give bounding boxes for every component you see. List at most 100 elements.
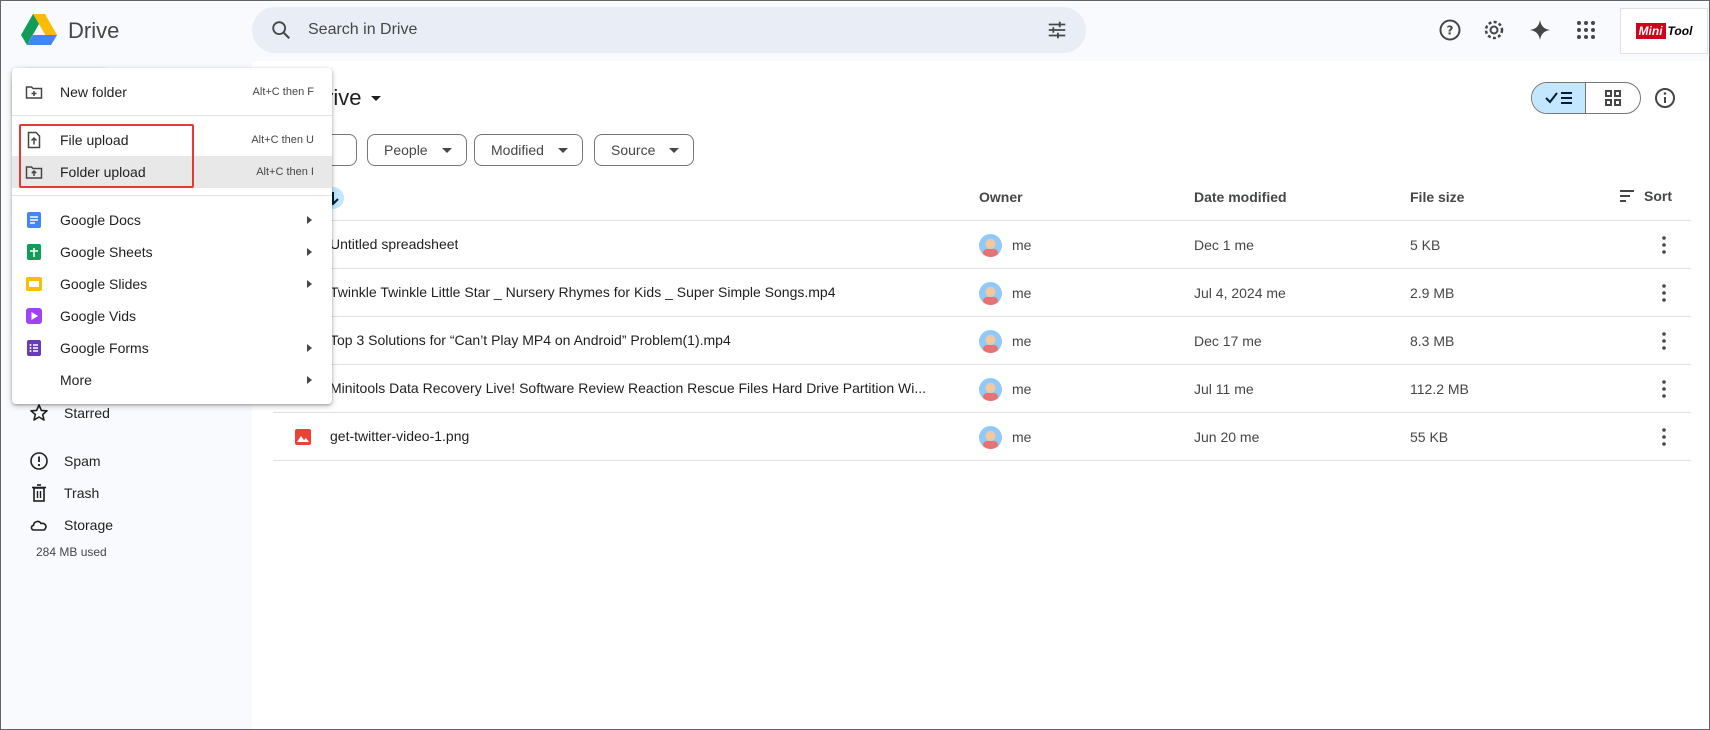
chip-caret-icon: [669, 147, 680, 153]
file-date: Dec 17 me: [1194, 333, 1262, 349]
menu-item-label: More: [60, 372, 92, 388]
file-name[interactable]: Top 3 Solutions for “Can’t Play MP4 on A…: [330, 332, 731, 348]
search-icon[interactable]: [270, 19, 292, 41]
menu-item-label: Google Docs: [60, 212, 141, 228]
app-window: Drive Search in Drive ? Mini Tool rive P…: [0, 0, 1710, 730]
table-row[interactable]: Untitled spreadsheet me Dec 1 me 5 KB: [273, 221, 1691, 269]
file-size: 112.2 MB: [1410, 381, 1469, 397]
sidebar-item-storage[interactable]: Storage: [29, 513, 113, 537]
sidebar-item-label: Trash: [64, 485, 100, 501]
page-title[interactable]: rive: [326, 85, 382, 111]
image-file-icon: [295, 429, 311, 445]
menu-item-shortcut: Alt+C then I: [256, 166, 314, 178]
search-options-icon[interactable]: [1046, 19, 1068, 41]
sidebar-item-starred[interactable]: Starred: [29, 401, 110, 425]
modified-filter-chip[interactable]: Modified: [474, 134, 583, 166]
table-row[interactable]: get-twitter-video-1.png me Jun 20 me 55 …: [273, 413, 1691, 461]
brand-mini: Mini: [1635, 23, 1666, 39]
submenu-arrow-icon: [307, 344, 312, 352]
annotation-highlight-box: [19, 124, 194, 188]
settings-gear-icon[interactable]: [1482, 18, 1506, 42]
cloud-icon: [30, 520, 47, 531]
menu-item-label: Google Sheets: [60, 244, 153, 260]
file-owner: me: [1012, 237, 1032, 253]
brand-logo[interactable]: Mini Tool: [1620, 8, 1708, 54]
avatar: [979, 378, 1002, 401]
chip-caret-icon: [557, 147, 568, 153]
table-row[interactable]: Twinkle Twinkle Little Star _ Nursery Rh…: [273, 269, 1691, 317]
sidebar-item-label: Starred: [64, 405, 110, 421]
drive-logo-icon[interactable]: [21, 13, 57, 45]
file-owner: me: [1012, 285, 1032, 301]
menu-item-google-vids[interactable]: Google Vids: [12, 300, 332, 332]
more-options-icon[interactable]: [1653, 378, 1675, 400]
file-owner: me: [1012, 429, 1032, 445]
file-date: Dec 1 me: [1194, 237, 1254, 253]
sort-button[interactable]: Sort: [1618, 187, 1672, 205]
file-name[interactable]: Minitools Data Recovery Live! Software R…: [330, 380, 926, 396]
google-sheets-icon: [27, 244, 41, 260]
file-name[interactable]: get-twitter-video-1.png: [330, 428, 469, 444]
more-options-icon[interactable]: [1653, 234, 1675, 256]
file-date: Jul 4, 2024 me: [1194, 285, 1286, 301]
avatar: [979, 282, 1002, 305]
sidebar-item-trash[interactable]: Trash: [29, 481, 99, 505]
svg-text:?: ?: [1447, 24, 1454, 38]
spam-icon: [30, 452, 48, 470]
sidebar-item-label: Storage: [64, 517, 114, 533]
avatar: [979, 330, 1002, 353]
source-filter-chip[interactable]: Source: [594, 134, 695, 166]
menu-item-label: Google Slides: [60, 276, 148, 292]
menu-item-new-folder[interactable]: New folder Alt+C then F: [12, 76, 332, 108]
google-vids-icon: [26, 308, 42, 324]
submenu-arrow-icon: [307, 216, 312, 224]
app-name: Drive: [68, 18, 120, 43]
people-filter-chip[interactable]: People: [367, 134, 467, 166]
menu-item-more[interactable]: More: [12, 364, 332, 396]
file-name[interactable]: Untitled spreadsheet: [330, 236, 458, 252]
sidebar-item-spam[interactable]: Spam: [29, 449, 101, 473]
google-slides-icon: [26, 277, 42, 291]
menu-item-google-sheets[interactable]: Google Sheets: [12, 236, 332, 268]
menu-item-label: Google Vids: [60, 308, 137, 324]
google-docs-icon: [27, 212, 41, 228]
view-toggle[interactable]: [1531, 82, 1641, 114]
menu-item-shortcut: Alt+C then F: [252, 86, 314, 98]
column-owner[interactable]: Owner: [979, 189, 1023, 205]
search-bar[interactable]: Search in Drive: [252, 7, 1086, 53]
more-options-icon[interactable]: [1653, 426, 1675, 448]
chip-label: Modified: [491, 142, 544, 158]
chip-caret-icon: [441, 147, 452, 153]
file-date: Jun 20 me: [1194, 429, 1260, 445]
submenu-arrow-icon: [307, 248, 312, 256]
gemini-sparkle-icon[interactable]: [1528, 18, 1552, 42]
apps-grid-icon[interactable]: [1574, 18, 1598, 42]
new-menu: New folder Alt+C then F File upload Alt+…: [12, 68, 332, 404]
menu-item-google-slides[interactable]: Google Slides: [12, 268, 332, 300]
table-row[interactable]: Top 3 Solutions for “Can’t Play MP4 on A…: [273, 317, 1691, 365]
new-folder-icon: [25, 86, 43, 99]
table-row[interactable]: Minitools Data Recovery Live! Software R…: [273, 365, 1691, 413]
menu-divider: [12, 195, 332, 196]
help-icon[interactable]: ?: [1438, 18, 1462, 42]
file-date: Jul 11 me: [1194, 381, 1254, 397]
info-icon[interactable]: [1653, 86, 1677, 110]
menu-item-google-docs[interactable]: Google Docs: [12, 204, 332, 236]
grid-view-button[interactable]: [1586, 83, 1640, 113]
sidebar-item-label: Spam: [64, 453, 101, 469]
menu-item-label: New folder: [60, 84, 127, 100]
more-options-icon[interactable]: [1653, 282, 1675, 304]
submenu-arrow-icon: [307, 280, 312, 288]
menu-item-google-forms[interactable]: Google Forms: [12, 332, 332, 364]
file-name[interactable]: Twinkle Twinkle Little Star _ Nursery Rh…: [330, 284, 836, 300]
sort-icon: [1620, 190, 1634, 202]
column-file-size[interactable]: File size: [1410, 189, 1464, 205]
search-input[interactable]: Search in Drive: [308, 21, 417, 39]
list-view-button[interactable]: [1532, 83, 1587, 113]
more-options-icon[interactable]: [1653, 330, 1675, 352]
avatar: [979, 426, 1002, 449]
storage-used-text: 284 MB used: [36, 545, 107, 559]
file-size: 8.3 MB: [1410, 333, 1455, 349]
chip-label: People: [384, 142, 428, 158]
column-date-modified[interactable]: Date modified: [1194, 189, 1287, 205]
